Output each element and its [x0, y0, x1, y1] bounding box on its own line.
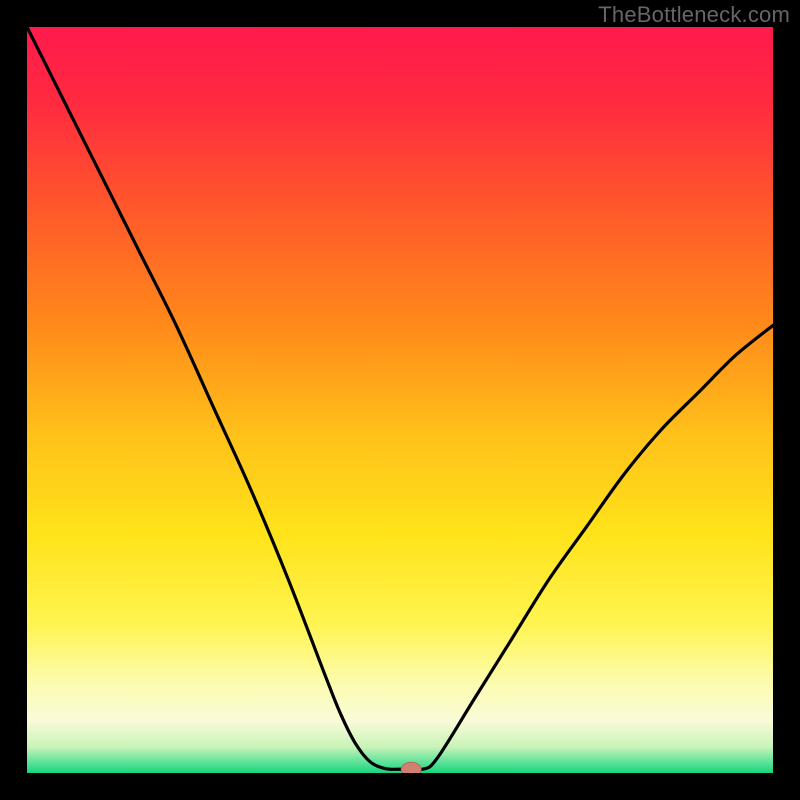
watermark-label: TheBottleneck.com [598, 2, 790, 28]
gradient-background [27, 27, 773, 773]
optimum-marker [401, 762, 421, 773]
plot-area [27, 27, 773, 773]
chart-svg [27, 27, 773, 773]
chart-frame: TheBottleneck.com [0, 0, 800, 800]
